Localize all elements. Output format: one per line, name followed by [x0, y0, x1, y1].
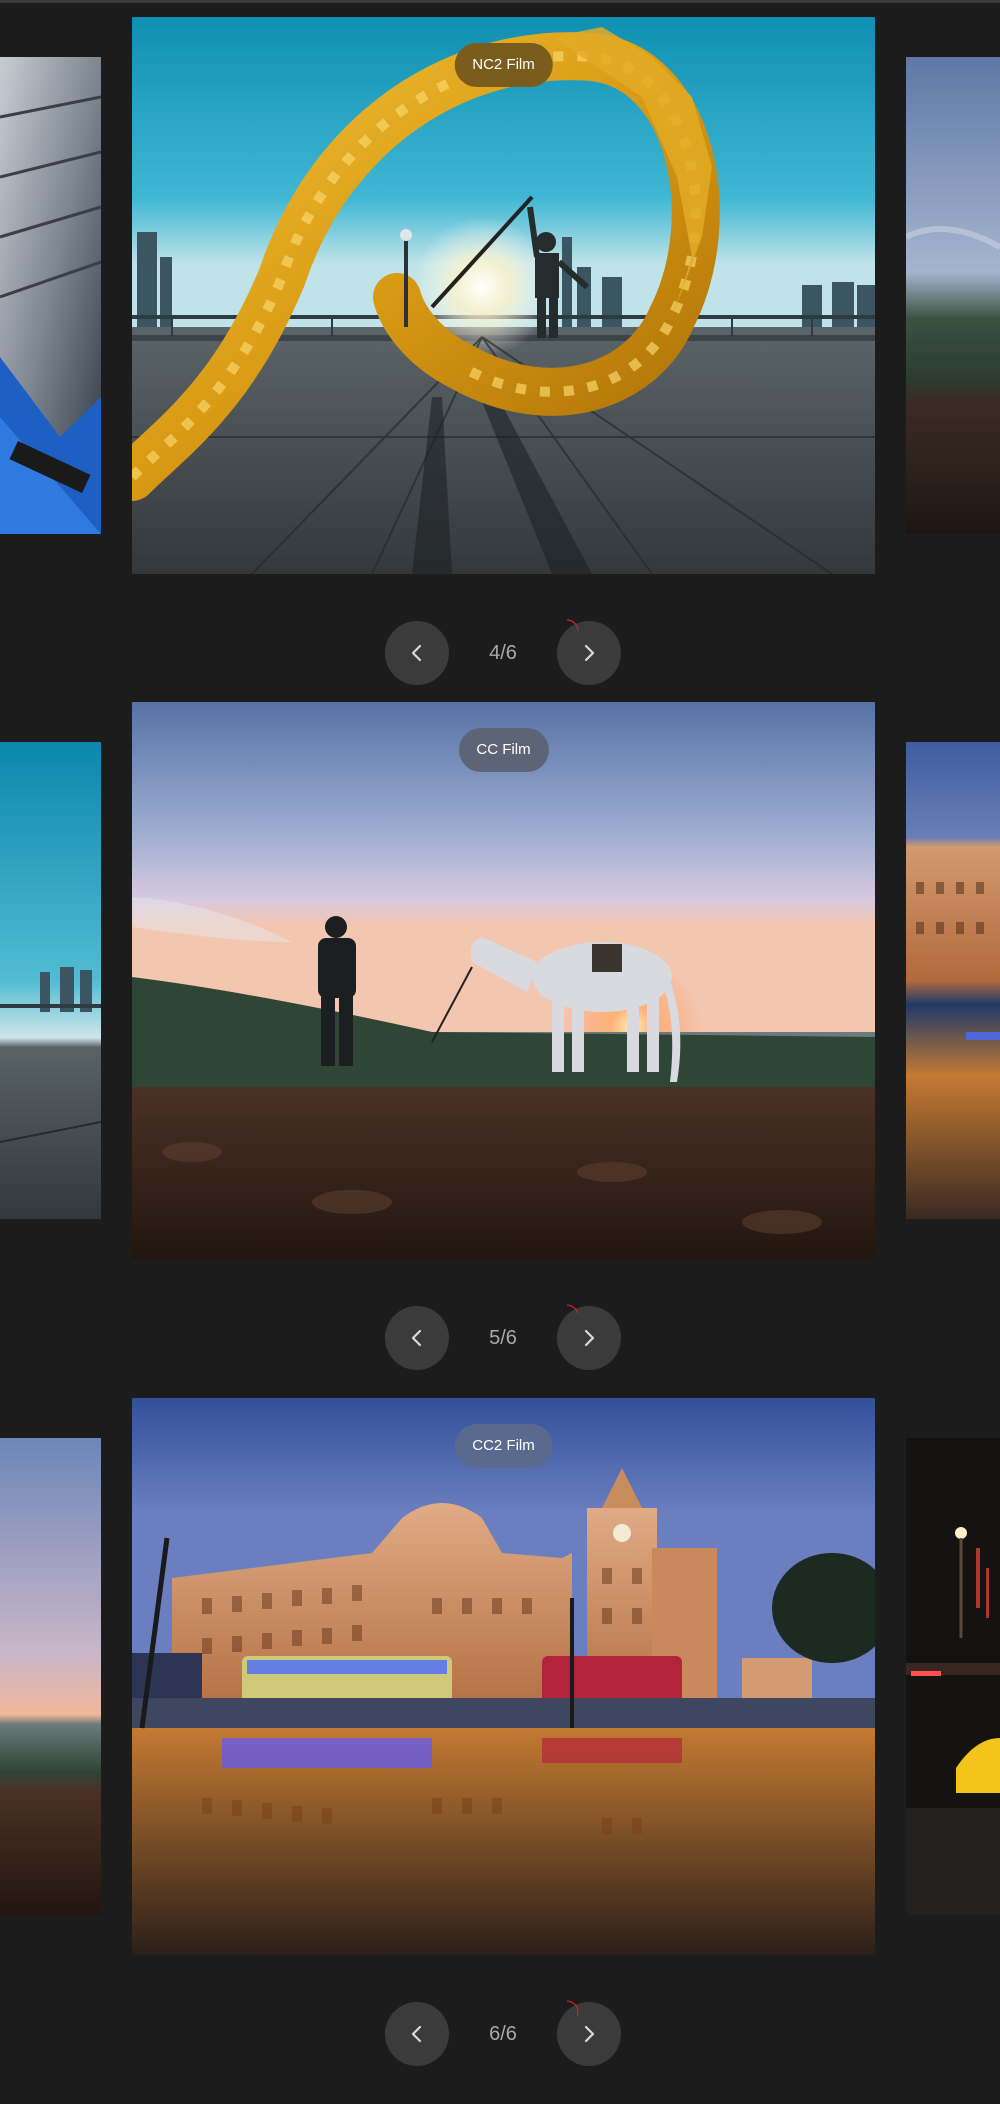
- prev-button[interactable]: [385, 2002, 449, 2066]
- next-button[interactable]: [555, 2000, 621, 2066]
- chevron-right-icon: [584, 1329, 595, 1347]
- carousel-cc: CC Film 5/6: [0, 702, 1000, 1402]
- slide-counter: 4/6: [489, 642, 517, 664]
- waterfront-photo: [0, 742, 101, 1219]
- chevron-right-icon: [584, 644, 595, 662]
- chevron-left-icon: [411, 1329, 422, 1347]
- slide-counter: 6/6: [489, 2023, 517, 2045]
- next-slide-preview[interactable]: [906, 57, 1000, 534]
- film-photo: NC2 Film: [132, 17, 875, 574]
- film-badge: NC2 Film: [454, 43, 553, 87]
- film-photo: CC Film: [132, 702, 875, 1259]
- film-photo: CC2 Film: [132, 1398, 875, 1955]
- bund-building-photo: [132, 1398, 875, 1955]
- customs-house-photo: [906, 742, 1000, 1219]
- horse-landscape-photo: [906, 57, 1000, 534]
- chevron-left-icon: [411, 2025, 422, 2043]
- carousel-nc2: NC2 Film 4/6: [0, 17, 1000, 717]
- building-photo: [0, 57, 101, 534]
- night-street-photo: [906, 1438, 1000, 1915]
- next-slide-preview[interactable]: [906, 1438, 1000, 1915]
- man-and-horse-photo: [132, 702, 875, 1259]
- prev-slide-preview[interactable]: [0, 1438, 101, 1915]
- carousel-controls: 4/6: [385, 619, 621, 687]
- film-badge: CC Film: [458, 728, 549, 772]
- autoplay-progress-ring: [555, 2000, 579, 2024]
- slide-counter: 5/6: [489, 1327, 517, 1349]
- next-button[interactable]: [555, 1304, 621, 1370]
- carousel-cc2: CC2 Film 6/6: [0, 1398, 1000, 2098]
- sunset-field-photo: [0, 1438, 101, 1915]
- autoplay-progress-ring: [555, 619, 579, 643]
- chevron-left-icon: [411, 644, 422, 662]
- prev-slide-preview[interactable]: [0, 742, 101, 1219]
- carousel-controls: 6/6: [385, 2000, 621, 2068]
- chevron-right-icon: [584, 2025, 595, 2043]
- top-divider: [0, 0, 1000, 3]
- autoplay-progress-ring: [555, 1304, 579, 1328]
- carousel-controls: 5/6: [385, 1304, 621, 1372]
- next-slide-preview[interactable]: [906, 742, 1000, 1219]
- dragon-dance-photo: [132, 17, 875, 574]
- film-badge: CC2 Film: [454, 1424, 553, 1468]
- prev-button[interactable]: [385, 621, 449, 685]
- next-button[interactable]: [555, 619, 621, 685]
- prev-slide-preview[interactable]: [0, 57, 101, 534]
- prev-button[interactable]: [385, 1306, 449, 1370]
